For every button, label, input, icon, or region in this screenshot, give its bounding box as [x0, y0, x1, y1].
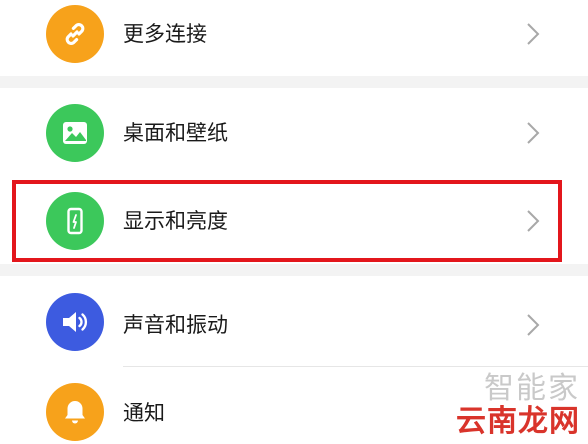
speaker-icon: [46, 293, 104, 351]
settings-item-sound-vibration[interactable]: 声音和振动: [0, 276, 588, 366]
settings-item-label: 更多连接: [123, 22, 207, 46]
settings-item-more-connections[interactable]: 更多连接: [0, 0, 588, 76]
settings-item-desktop-wallpaper[interactable]: 桌面和壁纸: [0, 88, 588, 176]
settings-item-label: 桌面和壁纸: [123, 121, 228, 145]
chevron-right-icon: [527, 23, 540, 45]
watermark: 智能家 云南龙网: [456, 372, 580, 438]
chevron-right-icon: [527, 122, 540, 144]
section-gap: [0, 76, 588, 88]
chevron-right-icon: [527, 314, 540, 336]
watermark-bottom-text: 云南龙网: [456, 404, 580, 439]
image-icon: [46, 104, 104, 162]
settings-item-label: 声音和振动: [123, 313, 228, 337]
settings-item-label: 通知: [123, 401, 165, 425]
watermark-top-text: 智能家: [484, 371, 580, 406]
bell-icon: [46, 383, 104, 441]
section-gap: [0, 264, 588, 276]
link-icon: [46, 5, 104, 63]
highlight-box: [12, 180, 562, 262]
